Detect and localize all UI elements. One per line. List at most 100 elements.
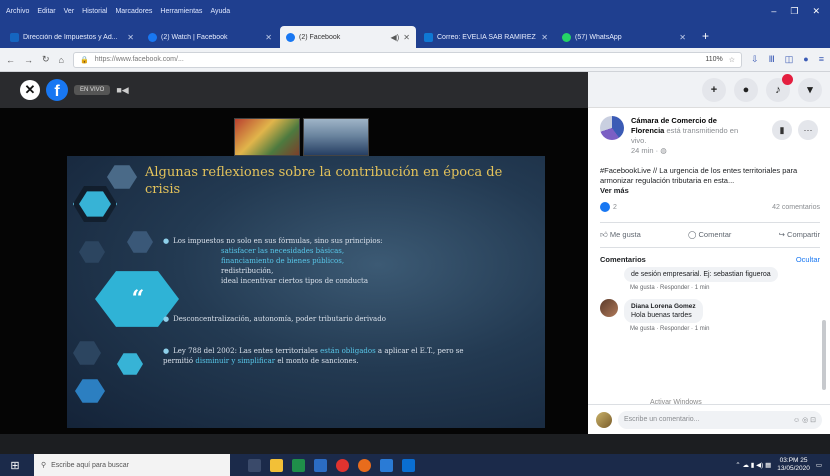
extensions-toolbar: ⇩ Ⅲ ◫ ● ≡ xyxy=(751,54,824,65)
comment-bubble: de sesión empresarial. Ej: sebastian fig… xyxy=(624,267,778,282)
comment-input[interactable]: Escribe un comentario... ☺ ◎ ⊡ xyxy=(618,410,822,429)
account-menu-icon[interactable]: ▾ xyxy=(798,77,822,102)
taskbar-search[interactable]: ⚲ Escribe aquí para buscar xyxy=(34,454,230,476)
slide-hexagon xyxy=(117,353,143,375)
video-player[interactable]: ✕ f EN VIVO ■◀ “ Algunas reflexiones sob… xyxy=(0,72,588,434)
maximize-icon[interactable]: ❐ xyxy=(790,6,798,17)
mail-icon[interactable] xyxy=(380,458,393,472)
bookmark-star-icon[interactable]: ☆ xyxy=(729,56,735,64)
chrome-icon[interactable] xyxy=(336,458,349,472)
share-button[interactable]: ↪ Compartir xyxy=(779,230,820,240)
clock-date: 13/05/2020 xyxy=(777,465,810,472)
menu-item[interactable]: Archivo xyxy=(6,8,29,15)
thumbs-up-icon: 👍︎ xyxy=(600,230,610,239)
home-icon[interactable]: ⌂ xyxy=(59,55,64,65)
firefox-icon[interactable] xyxy=(358,458,371,472)
comment-meta: Me gusta · Responder · 1 min xyxy=(630,326,710,332)
page-avatar[interactable] xyxy=(600,116,624,140)
menu-item[interactable]: Herramientas xyxy=(160,8,202,15)
close-video-button[interactable]: ✕ xyxy=(20,80,40,100)
post-stats: 2 42 comentarios xyxy=(600,202,820,212)
task-view-icon[interactable] xyxy=(248,458,261,472)
slide-bullet: ● Ley 788 del 2002: Las entes territorial… xyxy=(163,346,493,366)
more-options-icon[interactable]: ··· xyxy=(798,120,818,140)
bullet-subitem: financiamiento de bienes públicos, xyxy=(221,257,345,265)
browser-tab[interactable]: Correo: EVELIA SAB RAMIREZ ✕ xyxy=(418,26,554,48)
comment-reply-link[interactable]: Responder xyxy=(660,285,689,291)
comment-reply-link[interactable]: Responder xyxy=(660,326,689,332)
browser-tab[interactable]: Dirección de Impuestos y Ad... ✕ xyxy=(4,26,140,48)
menu-item[interactable]: Editar xyxy=(37,8,55,15)
comment-count[interactable]: 42 comentarios xyxy=(772,204,820,211)
messenger-icon[interactable]: ● xyxy=(734,77,758,102)
comment-button[interactable]: ◯ Comentar xyxy=(688,230,731,240)
excel-icon[interactable] xyxy=(292,458,305,472)
sidebar-icon[interactable]: ◫ xyxy=(785,54,794,65)
browser-tab-active[interactable]: (2) Facebook ◀) ✕ xyxy=(280,26,416,48)
menu-item[interactable]: Marcadores xyxy=(115,8,152,15)
close-tab-icon[interactable]: ✕ xyxy=(265,33,272,42)
notification-badge xyxy=(782,73,793,85)
tab-label: (57) WhatsApp xyxy=(575,33,622,41)
like-reaction-icon xyxy=(600,202,610,212)
audio-icon[interactable]: ◀) xyxy=(390,33,399,42)
close-tab-icon[interactable]: ✕ xyxy=(679,33,686,42)
tray-icons[interactable]: ⌃ ☁ ▮ ◀) ▦ xyxy=(735,461,771,469)
close-tab-icon[interactable]: ✕ xyxy=(403,33,410,42)
edge-icon[interactable] xyxy=(402,458,415,472)
post-time[interactable]: 24 min xyxy=(631,146,654,155)
close-tab-icon[interactable]: ✕ xyxy=(541,33,548,42)
word-icon[interactable] xyxy=(314,458,327,472)
new-tab-button[interactable]: + xyxy=(694,29,717,48)
close-window-icon[interactable]: ✕ xyxy=(812,6,820,17)
browser-tab[interactable]: (2) Watch | Facebook ✕ xyxy=(142,26,278,48)
bullet-dot: ● xyxy=(163,315,170,323)
back-icon[interactable]: ← xyxy=(6,55,15,65)
facebook-logo-icon[interactable]: f xyxy=(46,79,68,101)
comment-icon: ◯ xyxy=(688,230,699,239)
download-icon[interactable]: ⇩ xyxy=(751,54,759,65)
menu-item[interactable]: Ver xyxy=(64,8,75,15)
forward-icon[interactable]: → xyxy=(24,55,33,65)
comment-like-link[interactable]: Me gusta xyxy=(630,285,655,291)
browser-tab[interactable]: (57) WhatsApp ✕ xyxy=(556,26,692,48)
comment-like-link[interactable]: Me gusta xyxy=(630,326,655,332)
reload-icon[interactable]: ↻ xyxy=(42,54,50,65)
library-icon[interactable]: Ⅲ xyxy=(769,54,775,65)
bookmark-icon[interactable]: ▮ xyxy=(772,120,792,140)
bullet-highlight: están obligados xyxy=(320,347,376,355)
slide-hexagon xyxy=(73,341,101,365)
address-bar[interactable]: 🔒 https://www.facebook.com/... 110% ☆ xyxy=(72,51,743,68)
tab-label: (2) Watch | Facebook xyxy=(161,33,228,41)
menu-icon[interactable]: ≡ xyxy=(819,54,824,65)
menu-item[interactable]: Ayuda xyxy=(210,8,230,15)
see-more-link[interactable]: Ver más xyxy=(600,186,629,195)
like-button[interactable]: 👍︎ Me gusta xyxy=(600,230,641,240)
hide-comments-button[interactable]: Ocultar xyxy=(796,255,820,264)
notifications-icon[interactable]: ♪ xyxy=(766,73,793,102)
close-tab-icon[interactable]: ✕ xyxy=(127,33,134,42)
emoji-icons[interactable]: ☺ ◎ ⊡ xyxy=(793,416,816,424)
windows-start-icon[interactable]: ⊞ xyxy=(0,454,30,476)
create-icon[interactable]: + xyxy=(702,77,726,102)
slide-title: Algunas reflexiones sobre la contribució… xyxy=(145,165,503,197)
taskbar-clock[interactable]: 03:PM 25 13/05/2020 xyxy=(777,457,810,473)
reactions[interactable]: 2 xyxy=(600,202,617,212)
comment-author[interactable]: Diana Lorena Gomez xyxy=(631,303,696,310)
notification-center-icon[interactable]: ▭ xyxy=(816,461,822,469)
minimize-icon[interactable]: – xyxy=(771,6,776,17)
zoom-level[interactable]: 110% xyxy=(705,56,722,63)
menu-item[interactable]: Historial xyxy=(82,8,107,15)
clock-time: 03:PM 25 xyxy=(779,457,808,464)
globe-icon: · ◍ xyxy=(655,146,667,155)
share-label: Compartir xyxy=(787,230,820,239)
post-text: #FacebookLive // La urgencia de los ente… xyxy=(600,166,820,196)
chat-icon xyxy=(75,379,105,403)
slide-hexagon xyxy=(107,165,137,189)
comment-time: 1 min xyxy=(694,326,710,332)
file-explorer-icon[interactable] xyxy=(270,458,283,472)
comments-scrollbar[interactable] xyxy=(822,320,826,390)
avatar[interactable] xyxy=(600,299,618,317)
post-hashtag[interactable]: #FacebookLive xyxy=(600,166,651,175)
account-icon[interactable]: ● xyxy=(803,54,808,65)
